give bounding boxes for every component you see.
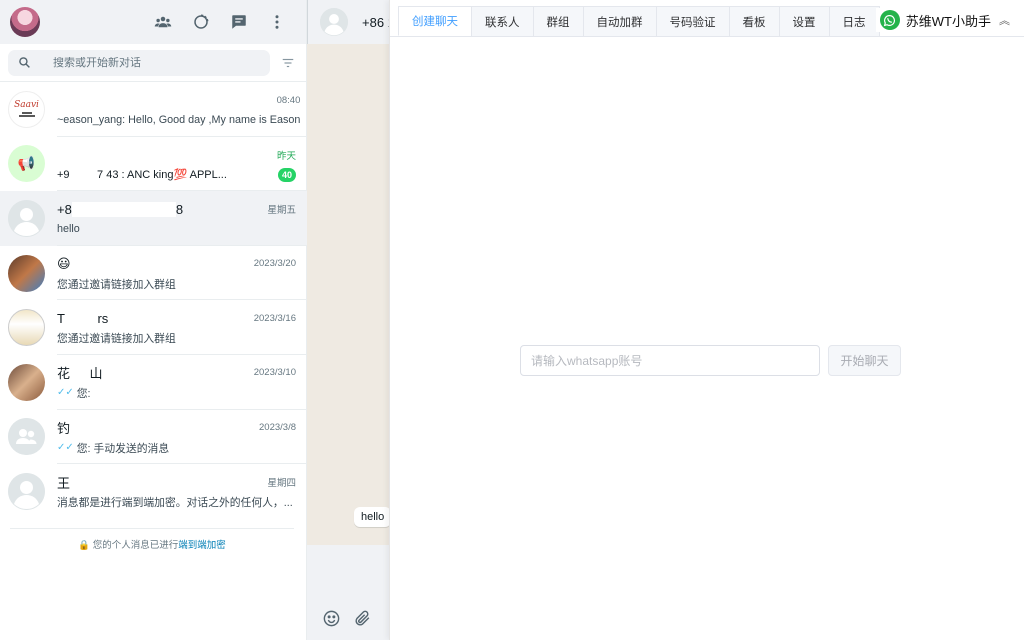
whatsapp-account-input[interactable] <box>520 345 820 376</box>
chat-time: 08:40 <box>276 94 301 106</box>
conversation-header: +86 1 <box>307 0 395 44</box>
tab-logs[interactable]: 日志 <box>828 6 880 36</box>
brand-mark-icon <box>18 112 35 118</box>
search-icon <box>19 57 30 68</box>
encryption-note: 🔒 您的个人消息已进行端到端加密 <box>10 528 294 551</box>
tab-auto-join-group[interactable]: 自动加群 <box>582 6 657 36</box>
tab-dashboard[interactable]: 看板 <box>728 6 780 36</box>
start-chat-form: 开始聊天 <box>520 345 901 376</box>
chat-name: +8xxxxxxxxxxxxxxxx8 <box>57 201 184 217</box>
chat-time: 星期四 <box>267 478 296 490</box>
search-box <box>8 49 270 76</box>
chat-item[interactable]: 😃 2023/3/20 您通过邀请链接加入群组 <box>0 246 307 301</box>
sidebar-actions <box>144 7 296 37</box>
chat-avatar <box>8 309 45 347</box>
new-chat-icon[interactable] <box>220 7 258 37</box>
message-bubble: hello <box>354 507 392 527</box>
chat-name: 😃 <box>57 255 71 271</box>
chat-avatar <box>8 363 45 401</box>
chat-name: 钓xxx <box>57 418 90 437</box>
contact-avatar[interactable] <box>320 8 348 36</box>
tab-number-verify[interactable]: 号码验证 <box>655 6 730 36</box>
chat-sidebar: Saavi 08:40 ~eason_yang: Hello, Good day… <box>0 0 312 640</box>
chat-last-message: hello <box>57 223 80 236</box>
chat-last-message: 您: <box>76 387 91 400</box>
communities-icon[interactable] <box>144 7 182 37</box>
menu-dots-icon[interactable] <box>258 7 296 37</box>
megaphone-icon: 📢 <box>17 155 36 172</box>
group-avatar-icon <box>8 418 45 456</box>
chat-item[interactable]: 📢 昨天 +9xxxxx7 43 : ANC king💯 APPL... 40 <box>0 137 307 192</box>
chat-item[interactable]: 钓xxx 2023/3/8 ✓✓ 您: 手动发送的消息 <box>0 410 307 465</box>
chat-time: 2023/3/20 <box>253 258 296 270</box>
chat-item[interactable]: 王xxx 星期四 消息都是进行端到端加密。对话之外的任何人，... <box>0 464 307 519</box>
tab-contacts[interactable]: 联系人 <box>471 6 534 36</box>
chat-avatar: 📢 <box>8 145 45 183</box>
chat-time: 2023/3/16 <box>253 312 296 324</box>
chat-item-active[interactable]: +8xxxxxxxxxxxxxxxx8 星期五 hello <box>0 191 307 246</box>
chat-time: 昨天 <box>276 150 296 162</box>
brand-name: 苏维WT小助手 <box>905 13 991 29</box>
plugin-brand[interactable]: 苏维WT小助手 ︽ <box>875 8 1014 32</box>
chat-last-message: 消息都是进行端到端加密。对话之外的任何人，... <box>57 497 293 510</box>
chat-item[interactable]: Txxxxxrs 2023/3/16 您通过邀请链接加入群组 <box>0 300 307 355</box>
chat-avatar <box>8 254 45 292</box>
start-chat-button[interactable]: 开始聊天 <box>828 345 901 376</box>
my-avatar[interactable] <box>10 7 40 37</box>
chat-last-message: 您: 手动发送的消息 <box>76 442 170 455</box>
chat-time: 2023/3/10 <box>253 367 296 379</box>
chat-name: +9xxxxx7 43 : ANC king💯 APPL... <box>57 169 227 182</box>
assistant-plugin-panel: 创建聊天 联系人 群组 自动加群 号码验证 看板 设置 日志 苏维WT小助手 ︽… <box>389 0 1024 640</box>
chat-last-message: ~eason_yang: Hello, Good day ,My name is… <box>57 114 301 126</box>
tab-settings[interactable]: 设置 <box>778 6 830 36</box>
emoji-icon[interactable] <box>322 609 341 628</box>
search-input[interactable] <box>53 56 233 69</box>
chat-list: Saavi 08:40 ~eason_yang: Hello, Good day… <box>0 82 312 519</box>
unread-badge: 40 <box>277 167 296 182</box>
whatsapp-logo-icon <box>879 10 900 30</box>
chat-name: 花xxx山 <box>57 366 103 382</box>
app-window: Saavi 08:40 ~eason_yang: Hello, Good day… <box>0 0 1024 640</box>
collapse-chevron-icon[interactable]: ︽ <box>999 12 1010 28</box>
sidebar-header <box>0 0 306 44</box>
attach-icon[interactable] <box>353 609 372 628</box>
chat-name: 王xxx <box>57 473 90 492</box>
chat-item[interactable]: 花xxx山 2023/3/10 ✓✓ 您: <box>0 355 307 410</box>
status-icon[interactable] <box>182 7 220 37</box>
chat-avatar: Saavi <box>8 90 45 128</box>
filter-icon[interactable] <box>278 53 298 73</box>
encryption-link[interactable]: 端到端加密 <box>178 540 226 551</box>
default-avatar-icon <box>8 199 45 237</box>
chat-last-message: 您通过邀请链接加入群组 <box>57 278 176 291</box>
lock-icon: 🔒 <box>78 540 91 551</box>
double-check-icon: ✓✓ <box>57 387 74 399</box>
chat-item[interactable]: Saavi 08:40 ~eason_yang: Hello, Good day… <box>0 82 312 137</box>
chat-time: 2023/3/8 <box>259 422 296 434</box>
default-avatar-icon <box>8 472 45 510</box>
tab-create-chat[interactable]: 创建聊天 <box>398 6 472 36</box>
chat-time: 星期五 <box>267 205 296 217</box>
tab-groups[interactable]: 群组 <box>532 6 584 36</box>
conversation-pane: +86 1 hello <box>307 0 395 640</box>
double-check-icon: ✓✓ <box>57 442 74 454</box>
search-row <box>0 44 306 82</box>
chat-last-message: 您通过邀请链接加入群组 <box>57 333 176 346</box>
saavi-logo: Saavi <box>14 100 39 111</box>
chat-name: Txxxxxrs <box>57 310 109 326</box>
composer-bar <box>307 596 392 640</box>
